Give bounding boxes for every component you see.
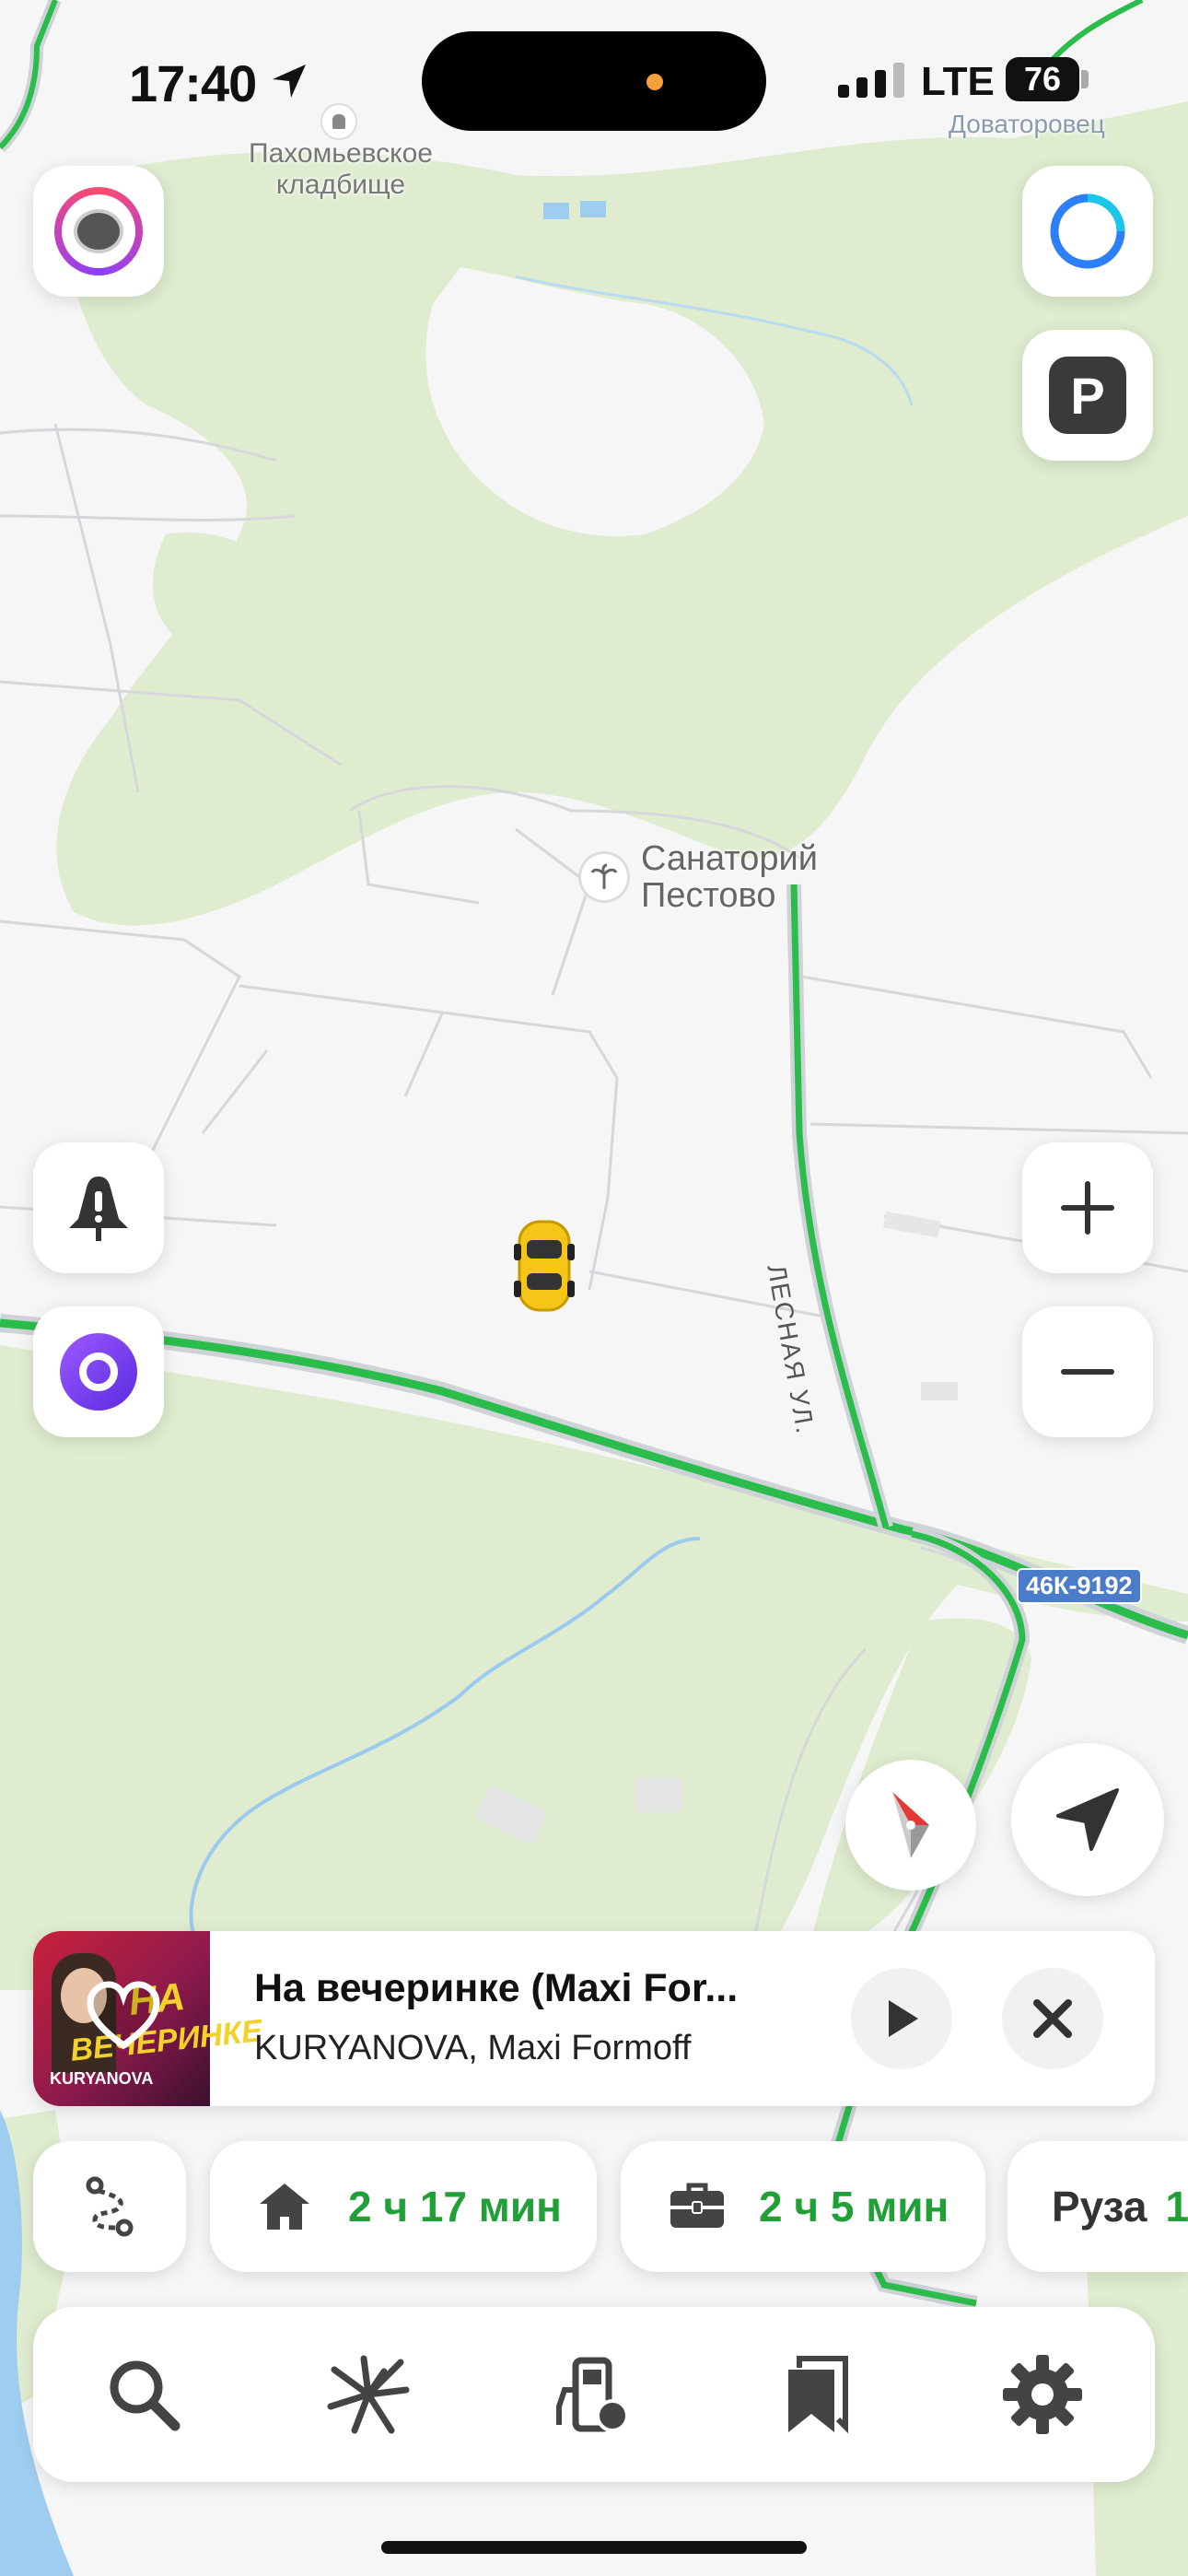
cemetery-label: Пахомьевское кладбище (249, 138, 433, 200)
alice-assistant-button[interactable] (1022, 166, 1153, 297)
play-icon (889, 2000, 918, 2037)
bookmarks-icon (788, 2356, 848, 2434)
settings-icon (1003, 2355, 1082, 2434)
alice-button[interactable] (33, 1306, 164, 1437)
destination-name: Руза (1052, 2183, 1147, 2231)
navigation-arrow-icon (269, 61, 309, 106)
settings-tab[interactable] (987, 2339, 1098, 2450)
zoom-out-icon (1061, 1369, 1114, 1375)
home-route-chip[interactable]: 2 ч 17 мин (210, 2141, 597, 2272)
song-artist: KURYANOVA, Maxi Formoff (254, 2029, 692, 2067)
music-player-card[interactable]: НА ВЕЧЕРИНКЕ KURYANOVA На вечеринке (Max… (33, 1931, 1155, 2106)
parking-button[interactable]: P (1022, 330, 1153, 461)
search-icon (110, 2360, 181, 2431)
destination-chip[interactable]: Руза 1 (1007, 2141, 1188, 2272)
fuel-icon (556, 2357, 629, 2432)
close-player-button[interactable] (1002, 1968, 1103, 2069)
sanatorium-label: Санаторий Пестово (641, 839, 818, 915)
signal-icon (838, 61, 906, 106)
album-cover[interactable]: НА ВЕЧЕРИНКЕ KURYANOVA (33, 1931, 264, 2106)
zoom-in-button[interactable] (1022, 1142, 1153, 1273)
zoom-in-icon (1061, 1181, 1114, 1235)
profile-button[interactable] (33, 166, 164, 297)
parking-icon: P (1049, 357, 1126, 434)
routes-chip[interactable] (33, 2141, 186, 2272)
village-label: Доваторовец (949, 110, 1105, 138)
discover-tab[interactable] (313, 2339, 424, 2450)
home-indicator[interactable] (381, 2541, 807, 2554)
discover-icon (327, 2355, 410, 2434)
car-position-marker (512, 1216, 577, 1314)
cemetery-icon (320, 103, 357, 140)
song-title: На вечеринке (Maxi For... (254, 1966, 739, 2010)
briefcase-icon (670, 2183, 724, 2228)
work-route-time: 2 ч 5 мин (759, 2183, 949, 2231)
bottom-tab-bar (33, 2307, 1155, 2482)
heart-icon[interactable] (85, 1979, 162, 2053)
bookmarks-tab[interactable] (763, 2339, 873, 2450)
home-icon (260, 2184, 309, 2230)
work-route-chip[interactable]: 2 ч 5 мин (621, 2141, 985, 2272)
alice-circle-icon (1050, 193, 1125, 269)
close-icon (1033, 1999, 1072, 2038)
battery-tip (1081, 70, 1089, 88)
dynamic-island (422, 31, 766, 131)
avatar-icon (54, 187, 143, 275)
compass-button[interactable] (845, 1760, 976, 1891)
zoom-out-button[interactable] (1022, 1306, 1153, 1437)
sanatorium-icon (578, 851, 630, 903)
destination-time-partial: 1 (1165, 2183, 1188, 2231)
alice-icon (60, 1333, 137, 1411)
album-artist-text: KURYANOVA (50, 2069, 154, 2088)
play-button[interactable] (851, 1968, 952, 2069)
network-type: LTE (921, 59, 995, 104)
battery-level: 76 (1006, 57, 1079, 101)
report-alert-icon (69, 1177, 128, 1241)
locate-me-button[interactable] (1011, 1743, 1164, 1896)
road-number-badge: 46К-9192 (1017, 1568, 1142, 1604)
report-road-event-button[interactable] (33, 1142, 164, 1273)
status-time: 17:40 (129, 54, 257, 112)
routes-icon (86, 2176, 134, 2237)
search-tab[interactable] (88, 2339, 199, 2450)
locate-me-icon (1056, 1788, 1119, 1851)
home-route-time: 2 ч 17 мин (348, 2183, 562, 2231)
fuel-tab[interactable] (538, 2339, 648, 2450)
compass-icon (892, 1792, 929, 1858)
